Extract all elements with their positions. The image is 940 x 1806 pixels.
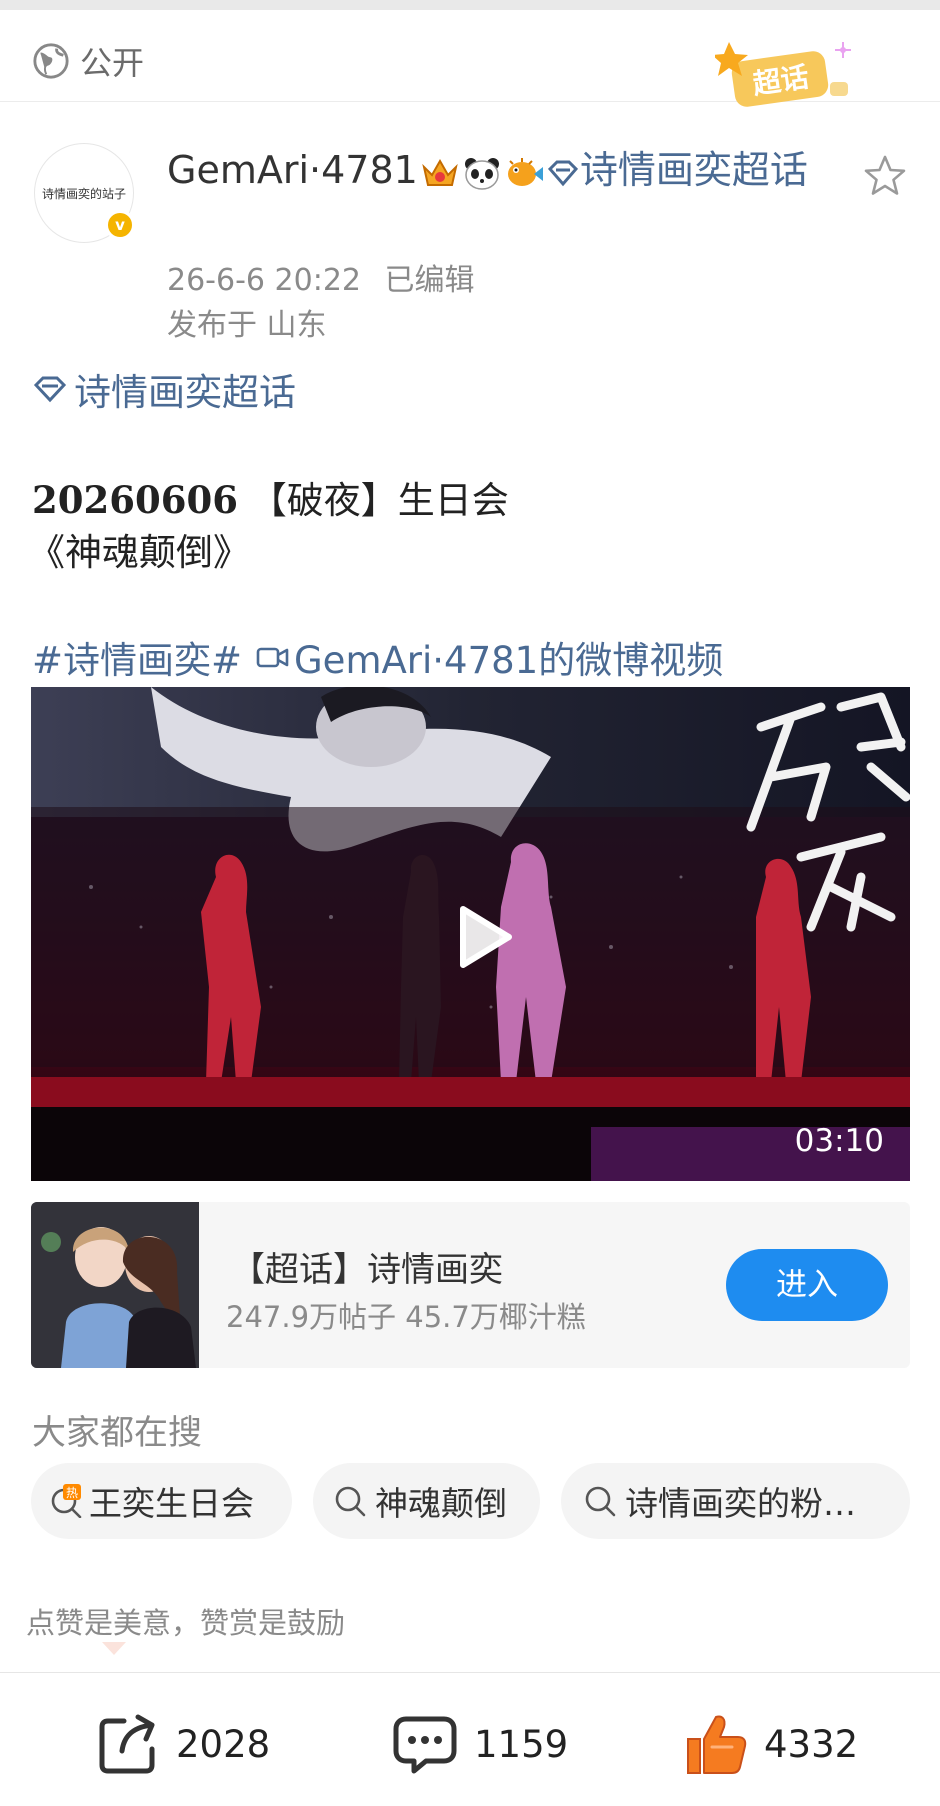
edited-label[interactable]: 已编辑 (385, 263, 475, 298)
supertopic-logo[interactable]: 超话 (712, 32, 865, 112)
share-button[interactable]: 2028 (94, 1711, 270, 1777)
search-suggestion-1[interactable]: 热 王奕生日会 (31, 1463, 292, 1539)
reward-hint-text: 点赞是美意，赞赏是鼓励 (26, 1606, 346, 1640)
crown-badge-icon (422, 158, 458, 186)
svg-text:热: 热 (66, 1486, 78, 1500)
supertopic-thumbnail (31, 1202, 199, 1368)
avatar[interactable]: 诗情画奕的站子 v (34, 143, 135, 243)
pufferfish-badge-icon (507, 157, 543, 186)
search-icon (335, 1486, 366, 1517)
supertopic-card[interactable]: 【超话】诗情画奕 247.9万帖子 45.7万椰汁糕 进入 (31, 1202, 910, 1368)
search-suggestion-label: 王奕生日会 (89, 1484, 254, 1523)
share-count: 2028 (176, 1722, 271, 1766)
supertopic-logo-icon: 超话 (712, 42, 851, 107)
author-row: 诗情画奕的站子 v GemAri·4781 诗情画奕超话 26-6-6 20:2… (0, 135, 940, 345)
bottom-action-bar: 2028 1159 4332 (0, 1672, 940, 1806)
video-link[interactable]: GemAri·4781的微博视频 (294, 630, 723, 684)
video-camera-icon (256, 647, 289, 668)
supertopic-diamond-icon (33, 376, 67, 403)
visibility-label: 公开 (80, 44, 145, 82)
panda-badge-icon (464, 157, 499, 190)
comment-count: 1159 (474, 1722, 569, 1766)
comment-button[interactable]: 1159 (392, 1711, 568, 1777)
verified-badge-icon: v (105, 210, 135, 240)
post-song-text: 《神魂颠倒》 (28, 531, 250, 574)
thumbs-up-icon (687, 1715, 747, 1774)
header-bar: 公开 超话 (0, 10, 940, 107)
post-meta-time: 26-6-6 20:22 已编辑 (167, 255, 475, 299)
post-links-line: #诗情画奕# GemAri·4781的微博视频 (32, 630, 723, 684)
search-suggestion-3[interactable]: 诗情画奕的粉… (561, 1463, 910, 1539)
hot-search-icon: 热 (51, 1484, 82, 1518)
avatar-text: 诗情画奕的站子 (41, 186, 126, 201)
supertopic-card-title: 【超话】诗情画奕 (231, 1250, 503, 1290)
author-name-line: GemAri·4781 诗情画奕超话 (167, 143, 847, 197)
supertopic-diamond-icon (547, 160, 578, 186)
like-button[interactable]: 4332 (682, 1711, 858, 1777)
post-text-line-1: 20260606 【破夜】生日会 (32, 470, 509, 524)
post-title-text: 【破夜】生日会 (249, 479, 509, 522)
favorite-star-icon[interactable] (862, 153, 908, 199)
post-location: 发布于 山东 (167, 308, 327, 343)
search-icon (585, 1486, 616, 1517)
video-player[interactable]: 03:10 (31, 687, 910, 1181)
supertopic-card-stats: 247.9万帖子 45.7万椰汁糕 (226, 1300, 586, 1334)
share-icon (99, 1714, 155, 1774)
like-count: 4332 (764, 1722, 859, 1766)
top-strip (0, 0, 940, 10)
author-name[interactable]: GemAri·4781 (167, 148, 418, 192)
author-supertopic-link[interactable]: 诗情画奕超话 (580, 148, 808, 192)
play-icon[interactable] (441, 897, 521, 977)
post-timestamp: 26-6-6 20:22 (167, 263, 361, 298)
search-suggestion-label: 神魂颠倒 (375, 1484, 507, 1523)
tooltip-caret-icon (102, 1642, 126, 1655)
comment-icon (393, 1716, 457, 1774)
search-suggestion-2[interactable]: 神魂颠倒 (313, 1463, 540, 1539)
enter-supertopic-button[interactable]: 进入 (726, 1249, 888, 1321)
video-duration: 03:10 (794, 1123, 884, 1159)
visibility-indicator[interactable]: 公开 (32, 38, 144, 84)
search-suggestion-label: 诗情画奕的粉… (625, 1484, 856, 1523)
trending-search-title: 大家都在搜 (32, 1413, 202, 1453)
post-date-text: 20260606 (32, 478, 238, 522)
post-hashtag[interactable]: #诗情画奕# (32, 630, 242, 684)
post-supertopic-label: 诗情画奕超话 (74, 371, 296, 414)
globe-icon (33, 43, 69, 79)
post-supertopic-tag[interactable]: 诗情画奕超话 (32, 362, 296, 416)
